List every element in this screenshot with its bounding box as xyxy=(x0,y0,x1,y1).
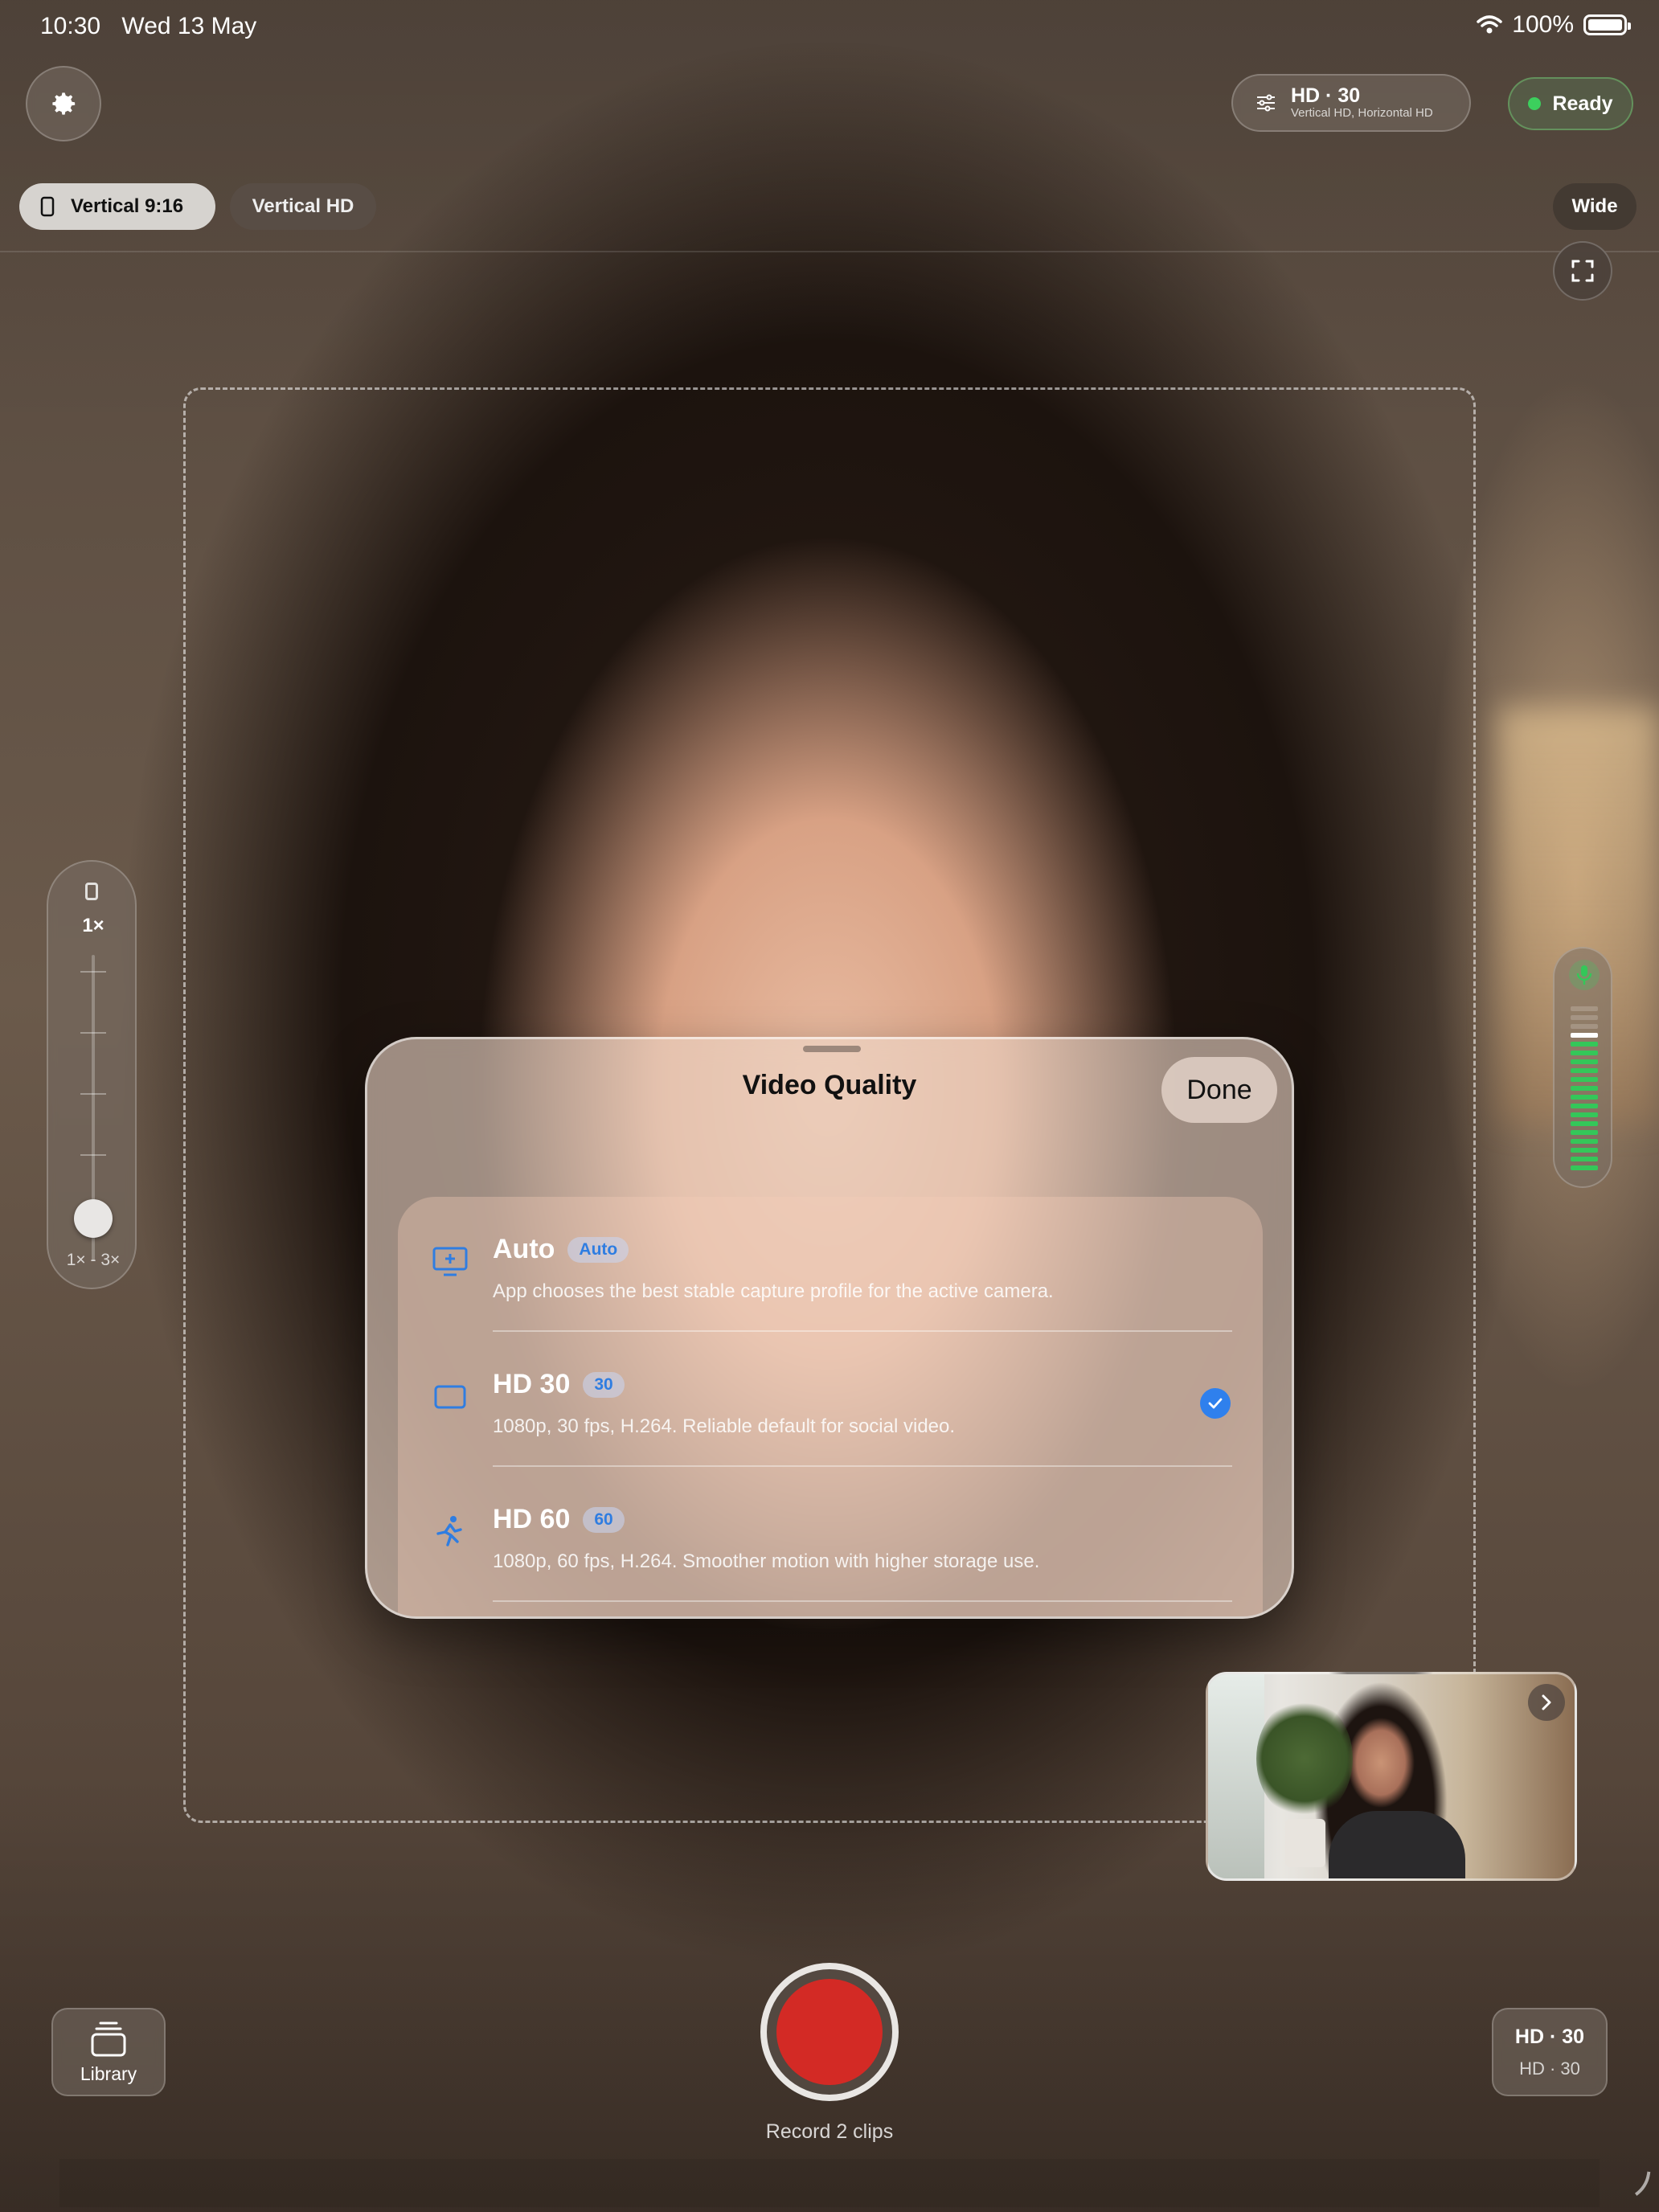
quality-option-hd60[interactable]: HD 60 60 1080p, 60 fps, H.264. Smoother … xyxy=(398,1467,1263,1602)
format-chip-vertical-hd[interactable]: Vertical HD xyxy=(230,183,376,230)
pip-pot xyxy=(1285,1819,1325,1867)
phone-portrait-icon xyxy=(40,196,55,217)
audio-level-bar xyxy=(1571,1068,1598,1073)
quality-option-badge: 30 xyxy=(583,1371,625,1398)
zoom-tick xyxy=(80,1093,106,1095)
quality-options-list: Auto Auto App chooses the best stable ca… xyxy=(398,1197,1263,1616)
audio-level-bar xyxy=(1571,1157,1598,1161)
audio-level-bar xyxy=(1571,1095,1598,1100)
lens-chip-wide[interactable]: Wide xyxy=(1553,183,1636,230)
quality-option-name: HD 30 xyxy=(493,1369,571,1399)
gear-icon xyxy=(52,92,76,115)
stack-icon xyxy=(91,2022,126,2056)
ready-dot-icon xyxy=(1528,97,1542,110)
top-divider xyxy=(0,251,1659,252)
chevron-right-icon xyxy=(1542,1694,1551,1710)
audio-level-bar xyxy=(1571,1059,1598,1064)
audio-level-bar xyxy=(1571,1033,1598,1038)
battery-icon xyxy=(1583,14,1631,35)
quality-option-name: Auto xyxy=(493,1234,555,1264)
format-chip-vertical-hd-label: Vertical HD xyxy=(252,195,354,217)
checkmark-icon xyxy=(1200,1388,1231,1419)
record-button[interactable] xyxy=(760,1963,899,2101)
phone-lens-icon xyxy=(85,883,98,900)
record-label: Record 2 clips xyxy=(765,2120,894,2143)
quality-option-description: 1080p, 60 fps, H.264. Smoother motion wi… xyxy=(493,1550,1040,1572)
quality-option-hd30[interactable]: HD 30 30 1080p, 30 fps, H.264. Reliable … xyxy=(398,1332,1263,1467)
audio-level-bar xyxy=(1571,1165,1598,1170)
display-auto-icon xyxy=(430,1242,470,1282)
secondary-camera-preview[interactable] xyxy=(1206,1672,1577,1881)
status-time: 10:30 xyxy=(40,13,101,39)
rectangle-icon xyxy=(430,1377,470,1417)
zoom-range-label: 1× - 3× xyxy=(66,1251,121,1269)
quality-summary-title: HD · 30 xyxy=(1514,2025,1585,2048)
audio-level-bar xyxy=(1571,1086,1598,1091)
format-chip-vertical-label: Vertical 9:16 xyxy=(71,195,184,217)
ready-label: Ready xyxy=(1552,92,1613,115)
audio-level-bar xyxy=(1571,1051,1598,1055)
audio-level-bar xyxy=(1571,1130,1598,1135)
audio-level-meter xyxy=(1553,947,1612,1188)
wifi-icon xyxy=(1477,15,1503,34)
pip-person xyxy=(1329,1811,1465,1878)
sheet-title: Video Quality xyxy=(742,1070,917,1100)
video-quality-sheet: Video Quality Done Auto Auto App chooses… xyxy=(365,1037,1294,1619)
expand-icon xyxy=(1571,260,1594,282)
sheet-grabber[interactable] xyxy=(803,1046,861,1052)
library-label: Library xyxy=(80,2062,137,2084)
quality-option-badge: Auto xyxy=(567,1236,629,1263)
library-button[interactable]: Library xyxy=(51,2008,166,2096)
quality-option-description: 1080p, 30 fps, H.264. Reliable default f… xyxy=(493,1415,956,1437)
zoom-tick xyxy=(80,1154,106,1156)
quality-option-name: HD 60 xyxy=(493,1504,571,1534)
bottom-bar xyxy=(59,2159,1600,2207)
pip-expand-button[interactable] xyxy=(1528,1684,1565,1721)
lens-chip-wide-label: Wide xyxy=(1571,195,1618,217)
audio-level-bar xyxy=(1571,1042,1598,1047)
audio-level-bar xyxy=(1571,1104,1598,1108)
audio-level-bar xyxy=(1571,1112,1598,1117)
fullscreen-button[interactable] xyxy=(1553,241,1612,301)
quality-option-description: App chooses the best stable capture prof… xyxy=(493,1280,1054,1302)
zoom-tick xyxy=(80,1032,106,1034)
status-date: Wed 13 May xyxy=(121,13,257,39)
settings-button[interactable] xyxy=(26,66,101,141)
pip-plant xyxy=(1256,1698,1353,1819)
battery-percent: 100% xyxy=(1512,11,1574,38)
audio-level-bar xyxy=(1571,1006,1598,1011)
zoom-tick xyxy=(80,971,106,973)
pip-window xyxy=(1208,1674,1264,1878)
quality-option-badge: 60 xyxy=(583,1506,625,1533)
zoom-value: 1× xyxy=(82,915,104,936)
audio-level-bar xyxy=(1571,1015,1598,1020)
running-figure-icon xyxy=(430,1512,470,1552)
record-dot xyxy=(776,1979,883,2085)
audio-level-bar xyxy=(1571,1139,1598,1144)
quality-pill-title: HD · 30 xyxy=(1291,84,1361,107)
list-separator xyxy=(493,1600,1232,1602)
sliders-icon xyxy=(1257,94,1275,112)
audio-level-bar xyxy=(1571,1024,1598,1029)
quality-pill-subtitle: Vertical HD, Horizontal HD xyxy=(1291,106,1433,120)
audio-level-bar xyxy=(1571,1121,1598,1126)
done-button[interactable]: Done xyxy=(1161,1057,1277,1123)
ready-status: Ready xyxy=(1508,77,1633,130)
zoom-slider[interactable]: 1× 1× - 3× xyxy=(47,860,137,1289)
microphone-icon xyxy=(1569,960,1600,990)
status-bar: 10:30 Wed 13 May 100% xyxy=(0,0,1659,51)
quality-summary-button[interactable]: HD · 30 HD · 30 xyxy=(1492,2008,1608,2096)
quality-pill[interactable]: HD · 30 Vertical HD, Horizontal HD xyxy=(1231,74,1471,132)
quality-summary-subtitle: HD · 30 xyxy=(1519,2058,1580,2079)
audio-level-bar xyxy=(1571,1148,1598,1153)
format-chip-vertical[interactable]: Vertical 9:16 xyxy=(19,183,215,230)
zoom-knob[interactable] xyxy=(74,1199,113,1238)
quality-option-auto[interactable]: Auto Auto App chooses the best stable ca… xyxy=(398,1197,1263,1332)
audio-level-bar xyxy=(1571,1077,1598,1082)
